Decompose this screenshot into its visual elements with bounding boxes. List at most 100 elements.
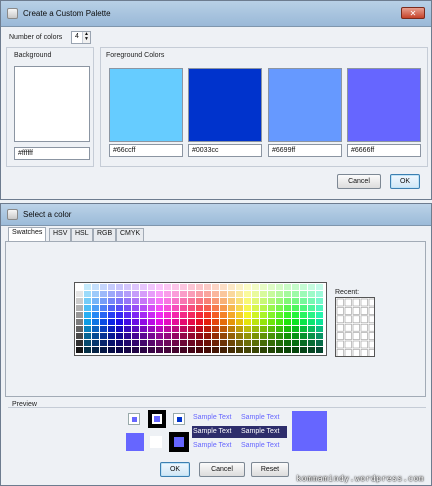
color-swatch[interactable] bbox=[292, 333, 299, 339]
color-swatch[interactable] bbox=[276, 284, 283, 290]
color-swatch[interactable] bbox=[156, 333, 163, 339]
color-swatch[interactable] bbox=[220, 291, 227, 297]
color-swatch[interactable] bbox=[140, 319, 147, 325]
color-swatch[interactable] bbox=[188, 340, 195, 346]
reset-button[interactable]: Reset bbox=[251, 462, 289, 477]
recent-swatch[interactable] bbox=[360, 298, 368, 307]
color-swatch[interactable] bbox=[292, 326, 299, 332]
color-swatch[interactable] bbox=[204, 284, 211, 290]
color-swatch[interactable] bbox=[228, 284, 235, 290]
color-swatch[interactable] bbox=[212, 347, 219, 353]
color-swatch[interactable] bbox=[140, 305, 147, 311]
color-swatch[interactable] bbox=[140, 291, 147, 297]
color-swatch[interactable] bbox=[316, 347, 323, 353]
color-swatch[interactable] bbox=[84, 305, 91, 311]
ok-button[interactable]: OK bbox=[160, 462, 190, 477]
recent-swatch[interactable] bbox=[360, 323, 368, 332]
color-swatch[interactable] bbox=[292, 340, 299, 346]
color-swatch[interactable] bbox=[212, 340, 219, 346]
color-swatch[interactable] bbox=[100, 347, 107, 353]
color-swatch[interactable] bbox=[260, 333, 267, 339]
color-swatch[interactable] bbox=[180, 284, 187, 290]
color-swatch[interactable] bbox=[252, 312, 259, 318]
color-swatch[interactable] bbox=[292, 291, 299, 297]
color-swatch[interactable] bbox=[268, 333, 275, 339]
color-swatch[interactable] bbox=[268, 340, 275, 346]
color-swatch[interactable] bbox=[116, 298, 123, 304]
color-swatch[interactable] bbox=[228, 340, 235, 346]
color-swatch[interactable] bbox=[292, 347, 299, 353]
color-swatch[interactable] bbox=[252, 291, 259, 297]
recent-swatch[interactable] bbox=[368, 307, 375, 315]
recent-swatch[interactable] bbox=[336, 323, 344, 332]
color-swatch[interactable] bbox=[108, 333, 115, 339]
color-swatch[interactable] bbox=[116, 305, 123, 311]
color-swatch[interactable] bbox=[156, 298, 163, 304]
color-swatch[interactable] bbox=[316, 298, 323, 304]
color-swatch[interactable] bbox=[188, 291, 195, 297]
color-swatch[interactable] bbox=[124, 312, 131, 318]
color-swatch[interactable] bbox=[284, 340, 291, 346]
color-swatch[interactable] bbox=[284, 305, 291, 311]
recent-swatch[interactable] bbox=[368, 340, 375, 349]
recent-swatch[interactable] bbox=[352, 340, 360, 349]
color-swatch[interactable] bbox=[100, 312, 107, 318]
recent-swatch[interactable] bbox=[344, 323, 352, 332]
color-swatch[interactable] bbox=[228, 333, 235, 339]
color-swatch[interactable] bbox=[108, 284, 115, 290]
color-swatch[interactable] bbox=[188, 284, 195, 290]
color-swatch[interactable] bbox=[276, 312, 283, 318]
color-swatch[interactable] bbox=[132, 340, 139, 346]
number-of-colors-spinner[interactable]: 4 ▲ ▼ bbox=[71, 31, 91, 44]
recent-swatch[interactable] bbox=[336, 307, 344, 315]
color-swatch[interactable] bbox=[156, 312, 163, 318]
foreground-hex-field[interactable]: #66ccff bbox=[109, 144, 183, 157]
recent-swatch[interactable] bbox=[360, 315, 368, 324]
tab-swatches[interactable]: Swatches bbox=[8, 227, 47, 241]
tab-hsl[interactable]: HSL bbox=[71, 228, 93, 241]
color-swatch[interactable] bbox=[260, 291, 267, 297]
recent-swatch[interactable] bbox=[336, 298, 344, 307]
color-swatch[interactable] bbox=[316, 305, 323, 311]
color-swatch[interactable] bbox=[100, 333, 107, 339]
color-swatch[interactable] bbox=[244, 305, 251, 311]
recent-swatch[interactable] bbox=[368, 323, 375, 332]
color-swatch[interactable] bbox=[76, 305, 83, 311]
color-swatch[interactable] bbox=[156, 347, 163, 353]
color-swatch[interactable] bbox=[180, 319, 187, 325]
color-swatch[interactable] bbox=[316, 312, 323, 318]
color-swatch[interactable] bbox=[220, 298, 227, 304]
color-swatch[interactable] bbox=[244, 340, 251, 346]
color-swatch[interactable] bbox=[212, 291, 219, 297]
color-swatch[interactable] bbox=[292, 284, 299, 290]
color-swatch[interactable] bbox=[260, 298, 267, 304]
color-swatch[interactable] bbox=[180, 340, 187, 346]
color-swatch[interactable] bbox=[316, 291, 323, 297]
color-swatch[interactable] bbox=[284, 284, 291, 290]
recent-swatch[interactable] bbox=[360, 332, 368, 340]
color-swatch[interactable] bbox=[268, 326, 275, 332]
color-swatch[interactable] bbox=[284, 333, 291, 339]
color-swatch[interactable] bbox=[252, 326, 259, 332]
color-swatch[interactable] bbox=[276, 347, 283, 353]
color-swatch[interactable] bbox=[148, 326, 155, 332]
color-swatch[interactable] bbox=[116, 284, 123, 290]
color-swatch[interactable] bbox=[252, 319, 259, 325]
color-swatch[interactable] bbox=[236, 347, 243, 353]
color-swatch[interactable] bbox=[140, 347, 147, 353]
foreground-swatch[interactable] bbox=[109, 68, 183, 142]
color-swatch[interactable] bbox=[308, 298, 315, 304]
color-swatch[interactable] bbox=[132, 319, 139, 325]
color-swatch[interactable] bbox=[316, 326, 323, 332]
color-swatch[interactable] bbox=[116, 340, 123, 346]
color-swatch[interactable] bbox=[84, 298, 91, 304]
color-swatch[interactable] bbox=[268, 347, 275, 353]
color-swatch[interactable] bbox=[188, 312, 195, 318]
color-swatch[interactable] bbox=[148, 312, 155, 318]
color-swatch[interactable] bbox=[132, 291, 139, 297]
color-swatch[interactable] bbox=[276, 305, 283, 311]
recent-swatch[interactable] bbox=[344, 332, 352, 340]
recent-swatch[interactable] bbox=[368, 298, 375, 307]
color-swatch[interactable] bbox=[100, 298, 107, 304]
color-swatch[interactable] bbox=[92, 347, 99, 353]
